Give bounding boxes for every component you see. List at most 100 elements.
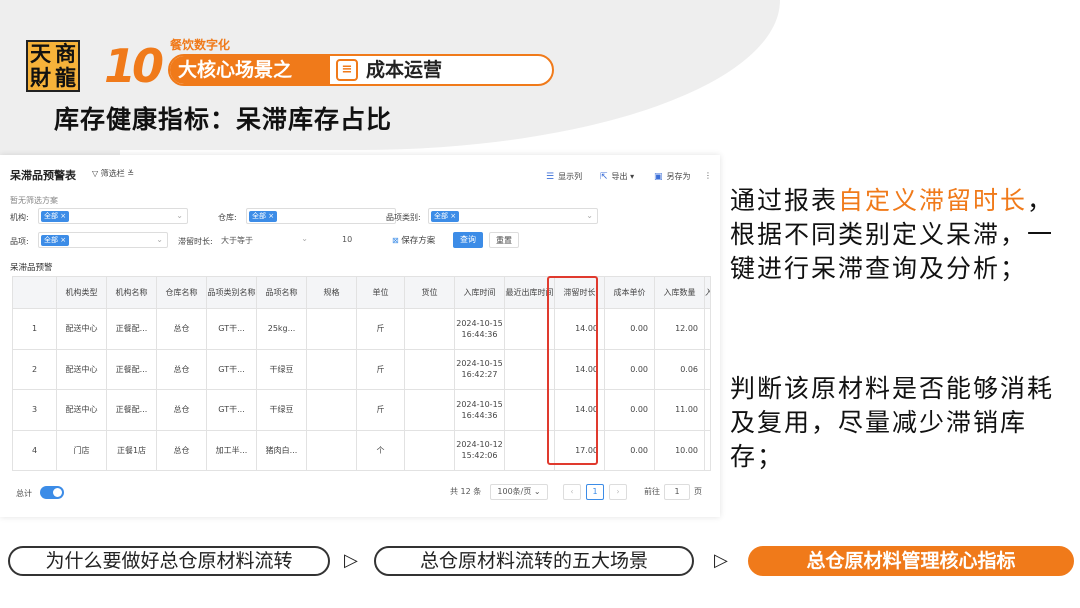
nav-item-scenes[interactable]: 总仓原材料流转的五大场景 — [374, 546, 694, 576]
table-cell: 总仓 — [156, 348, 207, 390]
export-label: 导出 — [611, 172, 628, 181]
duration-value-input[interactable]: 10 — [316, 232, 382, 248]
query-button[interactable]: 查询 — [453, 232, 483, 248]
table-header-cell[interactable]: 入库数量 — [654, 276, 705, 309]
panel-toolbar: 呆滞品预警表 ▽ 筛选栏 ≚ ☰ 显示列 ⇱ 导出 ▾ ▣ 另存为 ⋮ — [0, 155, 720, 189]
table-cell: 25kg... — [256, 308, 307, 350]
page-size-select[interactable]: 100条/页 ⌄ — [490, 484, 548, 500]
save-scheme-label: 保存方案 — [401, 236, 436, 246]
category-filter-select[interactable]: 全部 × ⌄ — [428, 208, 598, 224]
table-cell — [306, 389, 357, 431]
table-header-cell[interactable]: 入库时间 — [454, 276, 505, 309]
play-arrow-icon: ▷ — [344, 550, 358, 571]
save-as-label: 另存为 — [666, 172, 691, 181]
item-filter-label: 品项: — [10, 237, 29, 246]
table-cell: 正餐1店 — [106, 429, 157, 471]
goto-label: 前往 — [644, 487, 660, 496]
description-paragraph-1: 通过报表自定义滞留时长，根据不同类别定义呆滞，一键进行呆滞查询及分析； — [730, 184, 1070, 286]
save-as-button[interactable]: ▣ 另存为 — [654, 171, 691, 182]
panel-title: 呆滞品预警表 — [10, 169, 76, 182]
table-cell: 配送中心 — [56, 348, 107, 390]
no-scheme-text: 暂无筛选方案 — [10, 196, 58, 205]
filter-toggle[interactable]: ▽ 筛选栏 ≚ — [92, 168, 134, 179]
table-header-cell[interactable]: 规格 — [306, 276, 357, 309]
table-header-cell[interactable]: 货位 — [404, 276, 455, 309]
reset-button[interactable]: 重置 — [489, 232, 519, 248]
table-cell: 斤 — [356, 308, 405, 350]
table-header-row: 机构类型 机构名称 仓库名称 品项类别名称 品项名称 规格 单位 货位 入库时间 最近出库时间 滞留… — [12, 276, 711, 309]
scene-number: 10 — [104, 39, 164, 93]
play-arrow-icon: ▷ — [714, 550, 728, 571]
header-banner: 大核心场景之 ≡ 成本运营 — [168, 54, 554, 86]
table-cell: 2024-10-12 15:42:06 — [454, 429, 505, 471]
table-row[interactable]: 3 配送中心 正餐配... 总仓 GT干... 干绿豆 斤 2024-10-15 16:44:… — [12, 389, 711, 431]
table-cell: 配送中心 — [56, 389, 107, 431]
table-header-cell[interactable]: 机构类型 — [56, 276, 107, 309]
prev-page-button[interactable]: ‹ — [563, 484, 581, 500]
table-cell: 总仓 — [156, 308, 207, 350]
table-header-cell[interactable]: 成本单价 — [604, 276, 655, 309]
table-cell: 4 — [12, 429, 57, 471]
table-cell: 1 — [12, 308, 57, 350]
table-header-cell[interactable]: 入 — [704, 276, 711, 309]
table-header-cell[interactable]: 仓库名称 — [156, 276, 207, 309]
table-cell: 2024-10-15 16:44:36 — [454, 308, 505, 350]
table-cell — [704, 348, 711, 390]
org-filter-label: 机构: — [10, 213, 29, 222]
description-highlight: 自定义滞留时长 — [838, 186, 1028, 215]
chevron-down-icon: ≚ — [124, 169, 134, 178]
logo-char: 財 — [30, 65, 51, 90]
table-header-cell[interactable]: 品项类别名称 — [206, 276, 257, 309]
description-text: 通过报表 — [730, 186, 839, 215]
chevron-down-icon: ▾ — [627, 172, 635, 181]
category-filter-label: 品项类别: — [386, 213, 421, 222]
total-toggle[interactable] — [40, 486, 64, 499]
table-row[interactable]: 1 配送中心 正餐配... 总仓 GT干... 25kg... 斤 2024-10-15 16… — [12, 308, 711, 350]
nav-item-why[interactable]: 为什么要做好总仓原材料流转 — [8, 546, 330, 576]
logo-char: 商 — [55, 41, 76, 66]
table-cell: 正餐配... — [106, 389, 157, 431]
table-cell — [404, 348, 455, 390]
table-header-cell[interactable]: 机构名称 — [106, 276, 157, 309]
save-scheme-icon: ⊠ — [392, 236, 402, 245]
save-scheme-button[interactable]: ⊠ 保存方案 — [392, 234, 435, 246]
table-cell — [704, 429, 711, 471]
duration-operator-select[interactable]: 大于等于 ⌄ — [218, 232, 312, 248]
export-button[interactable]: ⇱ 导出 ▾ — [600, 171, 634, 182]
table-cell: 干绿豆 — [256, 348, 307, 390]
next-page-button[interactable]: › — [609, 484, 627, 500]
table-cell: 总仓 — [156, 389, 207, 431]
table-cell: 猪肉白... — [256, 429, 307, 471]
warehouse-filter-select[interactable]: 全部 × ⌄ — [246, 208, 396, 224]
table-cell: 0.00 — [604, 308, 655, 350]
duration-filter-label: 滞留时长: — [178, 237, 213, 246]
columns-label: 显示列 — [558, 172, 583, 181]
duration-highlight-box — [547, 276, 598, 465]
table-cell: 干绿豆 — [256, 389, 307, 431]
item-filter-select[interactable]: 全部 × ⌄ — [38, 232, 168, 248]
banner-subtitle: 餐饮数字化 — [170, 38, 231, 52]
warehouse-tag: 全部 × — [249, 211, 278, 222]
table-cell: 0.06 — [654, 348, 705, 390]
current-page[interactable]: 1 — [586, 484, 604, 500]
columns-button[interactable]: ☰ 显示列 — [546, 171, 582, 182]
org-filter-select[interactable]: 全部 × ⌄ — [38, 208, 188, 224]
chevron-down-icon: ⌄ — [301, 234, 308, 243]
more-button[interactable]: ⋮ — [704, 171, 712, 180]
table-row[interactable]: 2 配送中心 正餐配... 总仓 GT干... 干绿豆 斤 2024-10-15 16:42:… — [12, 348, 711, 390]
table-cell: 个 — [356, 429, 405, 471]
goto-page-input[interactable]: 1 — [664, 484, 690, 500]
table-header-cell[interactable] — [12, 276, 57, 309]
table-header-cell[interactable]: 单位 — [356, 276, 405, 309]
nav-item-metrics[interactable]: 总仓原材料管理核心指标 — [748, 546, 1074, 576]
table-cell — [404, 308, 455, 350]
table-header-cell[interactable]: 品项名称 — [256, 276, 307, 309]
filter-icon: ▽ — [92, 169, 101, 178]
table-row[interactable]: 4 门店 正餐1店 总仓 加工半... 猪肉白... 个 2024-10-12 15:42:0… — [12, 429, 711, 471]
logo-char: 天 — [30, 41, 51, 66]
table-cell: GT干... — [206, 308, 257, 350]
item-tag: 全部 × — [41, 235, 70, 246]
table-cell — [404, 389, 455, 431]
table-cell: 0.00 — [604, 348, 655, 390]
table-cell — [306, 308, 357, 350]
